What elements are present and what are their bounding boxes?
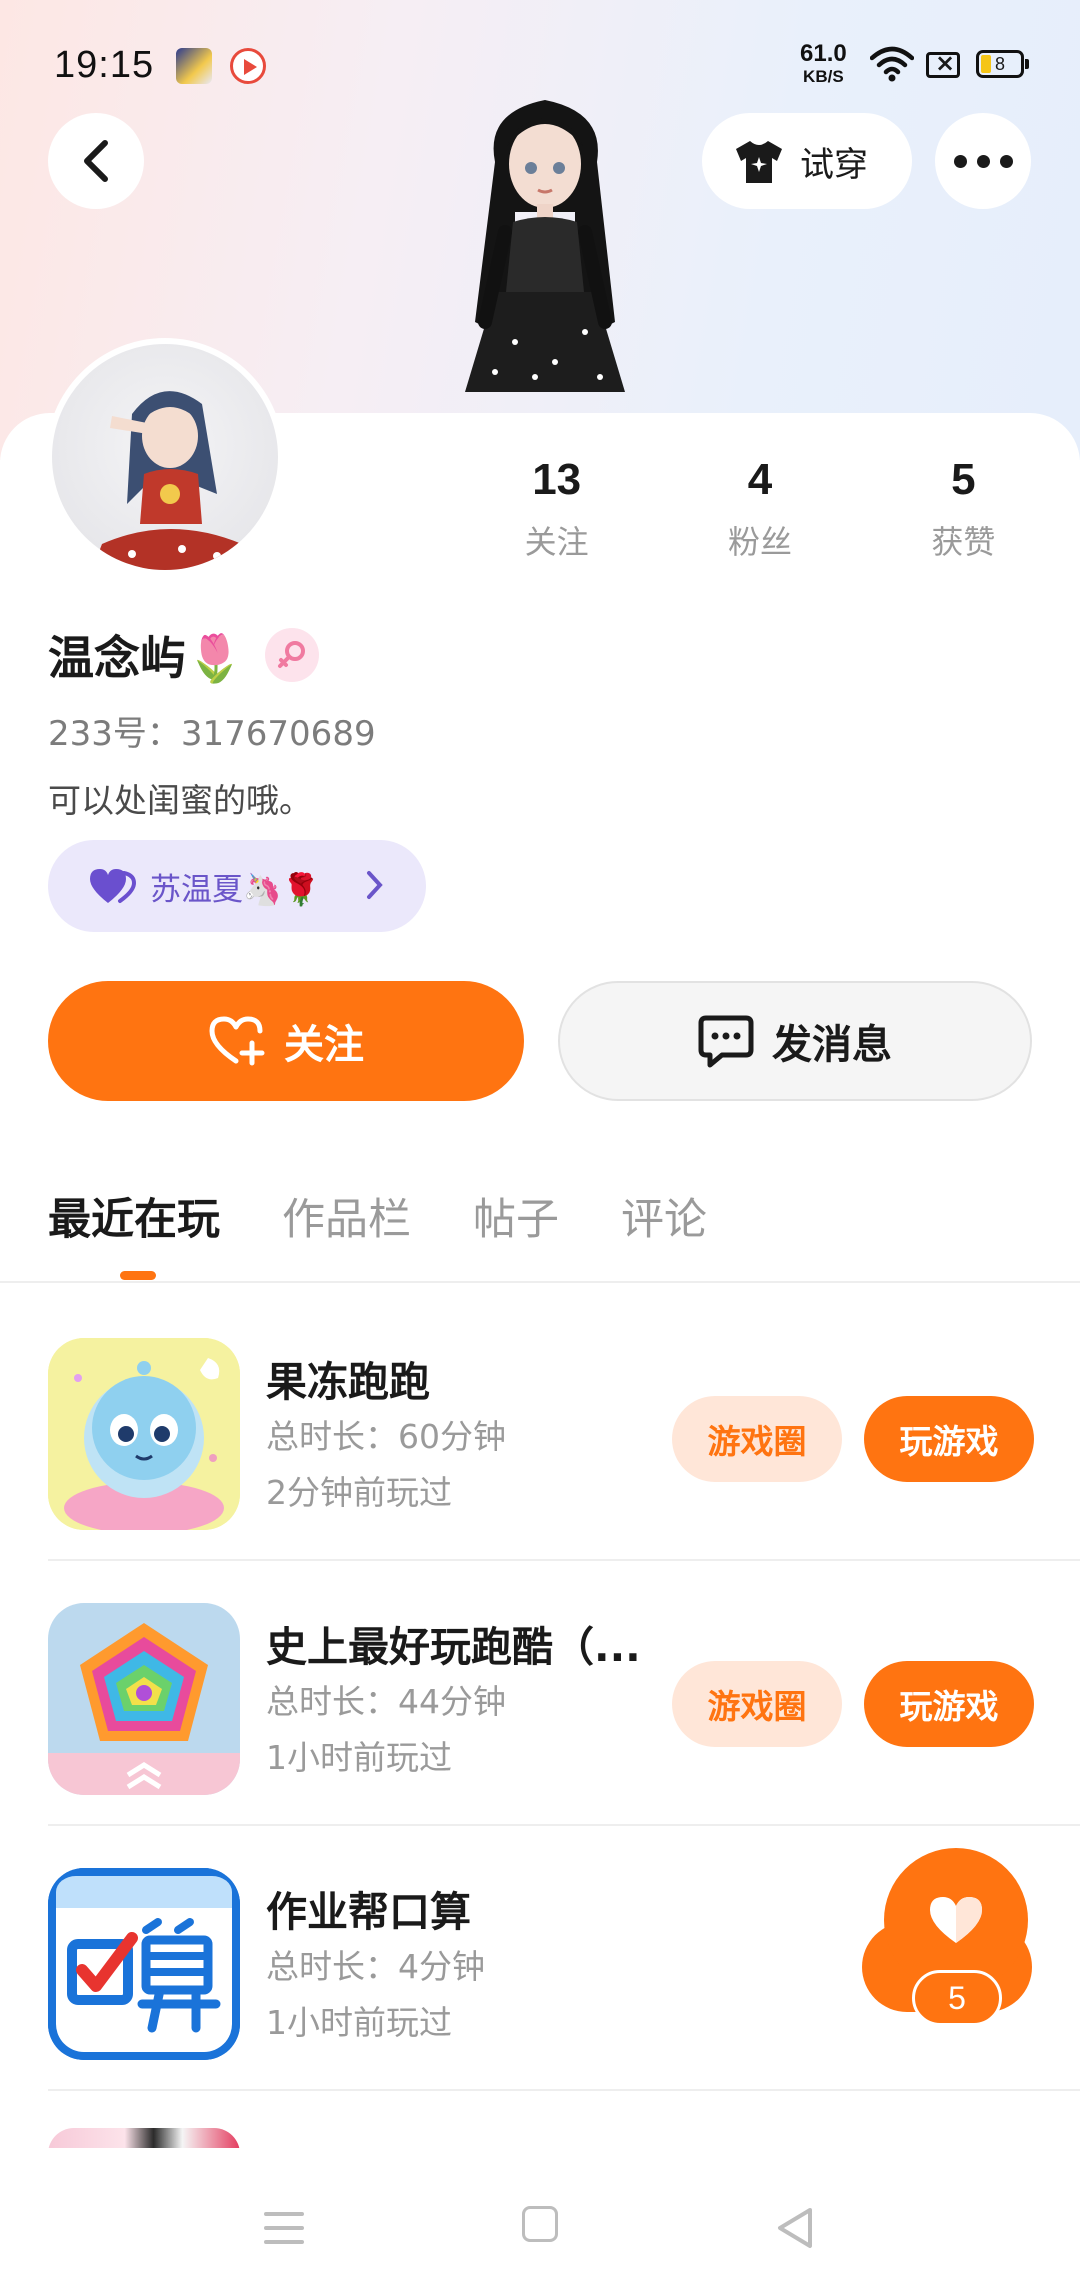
profile-tabs: 最近在玩 作品栏 帖子 评论 <box>48 1185 769 1247</box>
play-game-button[interactable]: 玩游戏 <box>864 1661 1034 1747</box>
stat-label: 粉丝 <box>727 523 792 561</box>
profile-avatar[interactable] <box>46 338 284 576</box>
game-circle-button[interactable]: 游戏圈 <box>672 1396 842 1482</box>
video-app-icon <box>230 48 266 84</box>
home-square-icon[interactable] <box>522 2206 558 2242</box>
shirt-icon <box>736 141 782 183</box>
more-dots-icon <box>949 154 1018 168</box>
stat-value: 4 <box>747 455 773 504</box>
bestie-badge[interactable]: 苏温夏🦄🌹 <box>48 840 426 932</box>
network-speed: 61.0 KB/S <box>800 40 847 86</box>
game-icon-parkour <box>48 1603 240 1795</box>
game-list-item[interactable]: 史上最好玩跑酷（... 总时长：44分钟 1小时前玩过 游戏圈 玩游戏 <box>48 1561 1080 1826</box>
send-message-button[interactable]: 发消息 <box>558 981 1032 1101</box>
game-circle-button[interactable]: 游戏圈 <box>672 1661 842 1747</box>
row-divider <box>48 2089 1080 2091</box>
stat-likes[interactable]: 5 获赞 <box>862 455 1065 563</box>
play-game-button[interactable]: 玩游戏 <box>864 1396 1034 1482</box>
follow-label: 关注 <box>284 1022 364 1068</box>
stat-followers[interactable]: 4 粉丝 <box>658 455 861 563</box>
tab-works[interactable]: 作品栏 <box>282 1185 411 1247</box>
back-triangle-icon[interactable] <box>776 2206 814 2250</box>
tabs-divider <box>0 1281 1080 1283</box>
stat-label: 关注 <box>524 523 589 561</box>
try-on-button[interactable]: 试穿 <box>702 113 912 209</box>
game-last-played: 1小时前玩过 <box>266 2003 452 2042</box>
game-last-played: 2分钟前玩过 <box>266 1473 452 1512</box>
female-icon <box>265 628 320 682</box>
more-options-button[interactable] <box>935 113 1031 209</box>
game-icon-jelly-run <box>48 1338 240 1530</box>
follow-button[interactable]: 关注 <box>48 981 524 1101</box>
bestie-label: 苏温夏🦄🌹 <box>150 871 321 908</box>
back-button[interactable] <box>48 113 144 209</box>
tab-posts[interactable]: 帖子 <box>473 1185 559 1247</box>
chat-bubble-icon <box>698 1015 754 1068</box>
menu-icon[interactable] <box>264 2210 304 2246</box>
chevron-right-icon <box>367 871 383 899</box>
network-speed-value: 61.0 <box>800 40 847 67</box>
profile-stats: 13 关注 4 粉丝 5 获赞 <box>455 455 1065 563</box>
user-id: 233号：317670689 <box>48 714 376 754</box>
3d-avatar-figure <box>425 92 665 412</box>
stat-label: 获赞 <box>931 523 996 561</box>
active-tab-indicator <box>120 1271 156 1280</box>
no-sim-icon <box>926 49 960 78</box>
name-row: 温念屿🌷 <box>48 622 320 688</box>
user-bio: 可以处闺蜜的哦。 <box>48 781 312 820</box>
game-last-played: 1小时前玩过 <box>266 1738 452 1777</box>
stat-following[interactable]: 13 关注 <box>455 455 658 563</box>
send-message-label: 发消息 <box>772 1022 892 1068</box>
game-duration: 总时长：60分钟 <box>266 1417 506 1456</box>
back-arrow-icon <box>84 140 108 182</box>
heart-plus-icon <box>209 1016 265 1066</box>
wifi-icon <box>870 46 914 82</box>
status-time: 19:15 <box>54 44 155 86</box>
like-floating-button[interactable]: 5 <box>862 1848 1032 2028</box>
stat-value: 5 <box>951 455 976 504</box>
system-navigation-bar <box>0 2180 1080 2280</box>
avatar-image <box>92 391 252 570</box>
game-title: 作业帮口算 <box>266 1888 471 1936</box>
game-duration: 总时长：4分钟 <box>266 1947 485 1986</box>
heart-icon <box>930 1897 982 1943</box>
game-icon-homework-math <box>48 1868 240 2060</box>
heart-icon <box>90 869 136 903</box>
network-speed-unit: KB/S <box>803 67 844 86</box>
user-name: 温念屿🌷 <box>48 631 244 685</box>
like-count: 5 <box>912 1970 1002 2026</box>
game-title: 果冻跑跑 <box>266 1358 430 1406</box>
battery-level: 8 <box>994 54 1005 74</box>
try-on-label: 试穿 <box>800 144 868 185</box>
battery-icon: 8 <box>976 50 1029 78</box>
tab-recently-played[interactable]: 最近在玩 <box>48 1185 220 1247</box>
game-list-item[interactable]: 果冻跑跑 总时长：60分钟 2分钟前玩过 游戏圈 玩游戏 <box>48 1296 1080 1561</box>
game-duration: 总时长：44分钟 <box>266 1682 506 1721</box>
app-notification-icon <box>176 48 212 84</box>
stat-value: 13 <box>532 455 582 504</box>
game-title: 史上最好玩跑酷（... <box>266 1623 641 1671</box>
tab-comments[interactable]: 评论 <box>621 1185 707 1247</box>
